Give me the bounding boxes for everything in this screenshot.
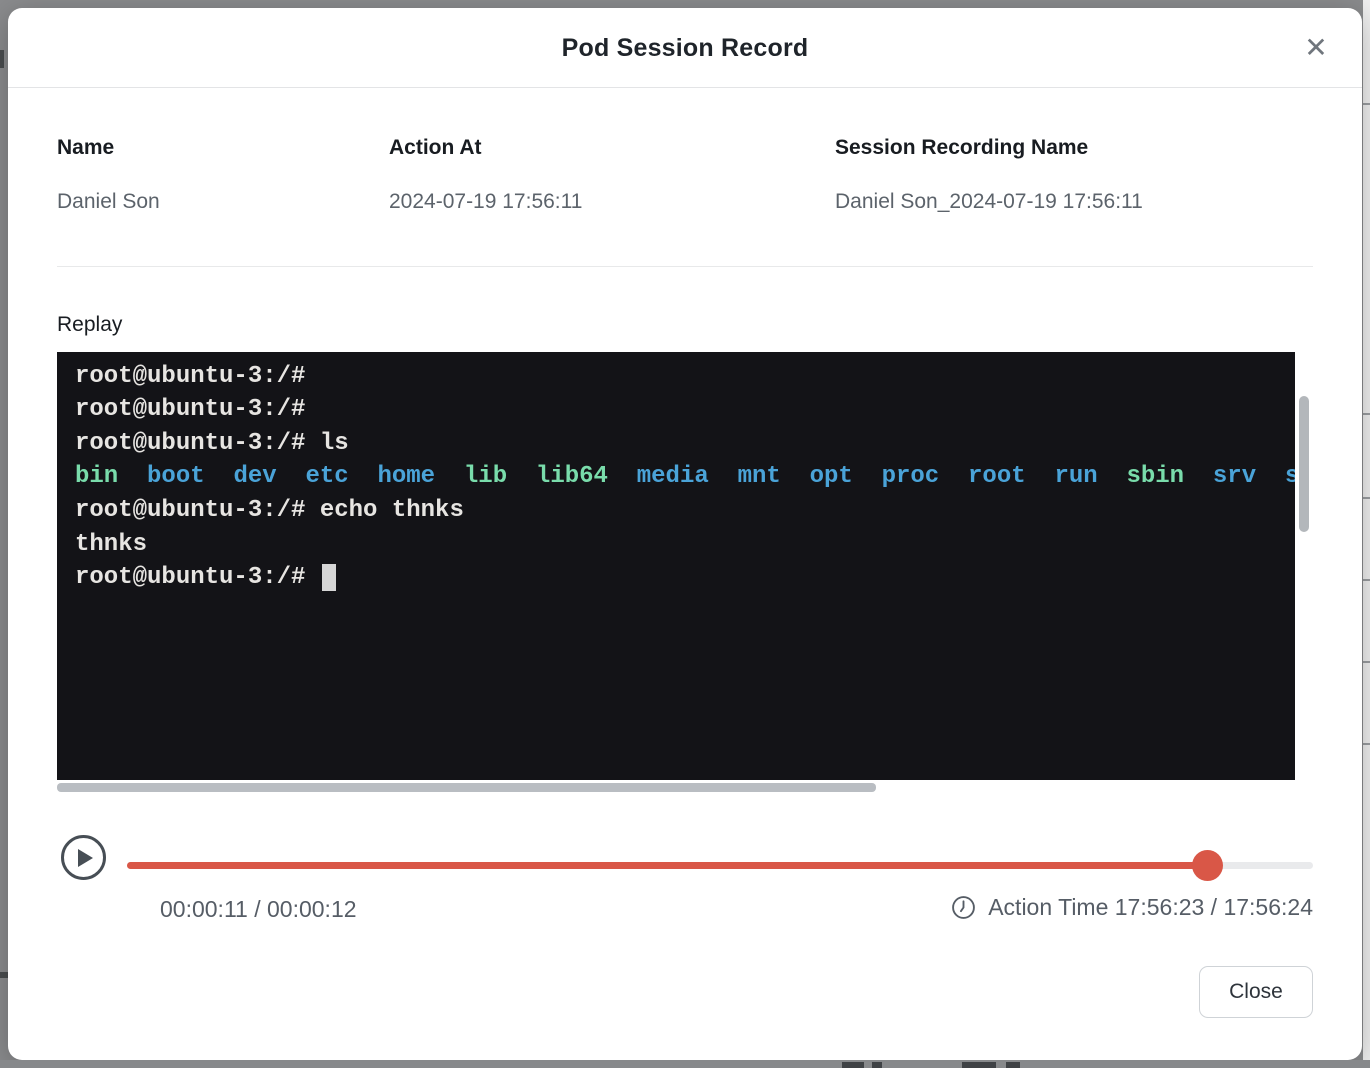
replay-label: Replay xyxy=(57,313,122,337)
ls-entry: lib xyxy=(435,463,507,490)
terminal-line: root@ubuntu-3:/# ls xyxy=(75,427,1295,461)
field-value: Daniel Son_2024-07-19 17:56:11 xyxy=(835,190,1143,214)
field-label: Action At xyxy=(389,136,582,160)
ls-entry: bin xyxy=(75,463,118,490)
info-field-name: Name Daniel Son xyxy=(57,136,160,214)
slider-thumb[interactable] xyxy=(1192,850,1223,881)
info-field-session-recording-name: Session Recording Name Daniel Son_2024-0… xyxy=(835,136,1143,214)
play-button[interactable] xyxy=(61,835,106,880)
playback-time: 00:00:11 / 00:00:12 xyxy=(160,896,357,923)
action-time-text: Action Time 17:56:23 / 17:56:24 xyxy=(988,894,1313,921)
close-icon[interactable]: ✕ xyxy=(1298,30,1334,66)
terminal-line: root@ubuntu-3:/# xyxy=(75,360,1295,394)
clock-icon xyxy=(951,895,976,920)
ls-entry: opt xyxy=(781,463,853,490)
field-value: Daniel Son xyxy=(57,190,160,214)
terminal-line: root@ubuntu-3:/# xyxy=(75,352,1295,360)
terminal-vertical-scrollbar[interactable] xyxy=(1299,396,1309,532)
play-icon xyxy=(78,849,93,867)
terminal-line: bin boot dev etc home lib lib64 media mn… xyxy=(75,460,1295,494)
ls-entry: sbin xyxy=(1098,463,1184,490)
playback-slider[interactable] xyxy=(127,849,1313,881)
backdrop-bottom xyxy=(0,1060,1370,1068)
background-page-strip xyxy=(1363,0,1370,1068)
field-label: Session Recording Name xyxy=(835,136,1143,160)
ls-entry: proc xyxy=(853,463,939,490)
terminal-cursor xyxy=(322,564,336,591)
slider-progress-fill xyxy=(127,862,1207,869)
info-field-action-at: Action At 2024-07-19 17:56:11 xyxy=(389,136,582,214)
pod-session-record-dialog: Pod Session Record ✕ Name Daniel Son Act… xyxy=(8,8,1362,1060)
ls-entry: sys xyxy=(1256,463,1295,490)
dialog-header: Pod Session Record ✕ xyxy=(8,8,1362,88)
ls-entry: run xyxy=(1026,463,1098,490)
action-time-group: Action Time 17:56:23 / 17:56:24 xyxy=(951,894,1313,921)
ls-entry: boot xyxy=(118,463,204,490)
ls-entry: dev xyxy=(205,463,277,490)
ls-entry: lib64 xyxy=(507,463,608,490)
background-fragment xyxy=(0,972,8,978)
field-label: Name xyxy=(57,136,160,160)
ls-entry: media xyxy=(608,463,709,490)
background-fragment xyxy=(0,50,4,68)
terminal-line: thnks xyxy=(75,528,1295,562)
terminal-line: root@ubuntu-3:/# xyxy=(75,393,1295,427)
field-value: 2024-07-19 17:56:11 xyxy=(389,190,582,214)
ls-entry: srv xyxy=(1184,463,1256,490)
terminal-replay-viewport[interactable]: root@ubuntu-3:/#root@ubuntu-3:/#root@ubu… xyxy=(57,352,1295,780)
terminal-horizontal-scrollbar[interactable] xyxy=(57,783,876,792)
terminal-line: root@ubuntu-3:/# echo thnks xyxy=(75,494,1295,528)
dialog-title: Pod Session Record xyxy=(8,8,1362,88)
terminal-line: root@ubuntu-3:/# xyxy=(75,561,1295,595)
ls-entry: root xyxy=(939,463,1025,490)
close-button[interactable]: Close xyxy=(1199,966,1313,1018)
divider xyxy=(57,266,1313,267)
ls-entry: mnt xyxy=(709,463,781,490)
ls-entry: home xyxy=(349,463,435,490)
ls-entry: etc xyxy=(277,463,349,490)
